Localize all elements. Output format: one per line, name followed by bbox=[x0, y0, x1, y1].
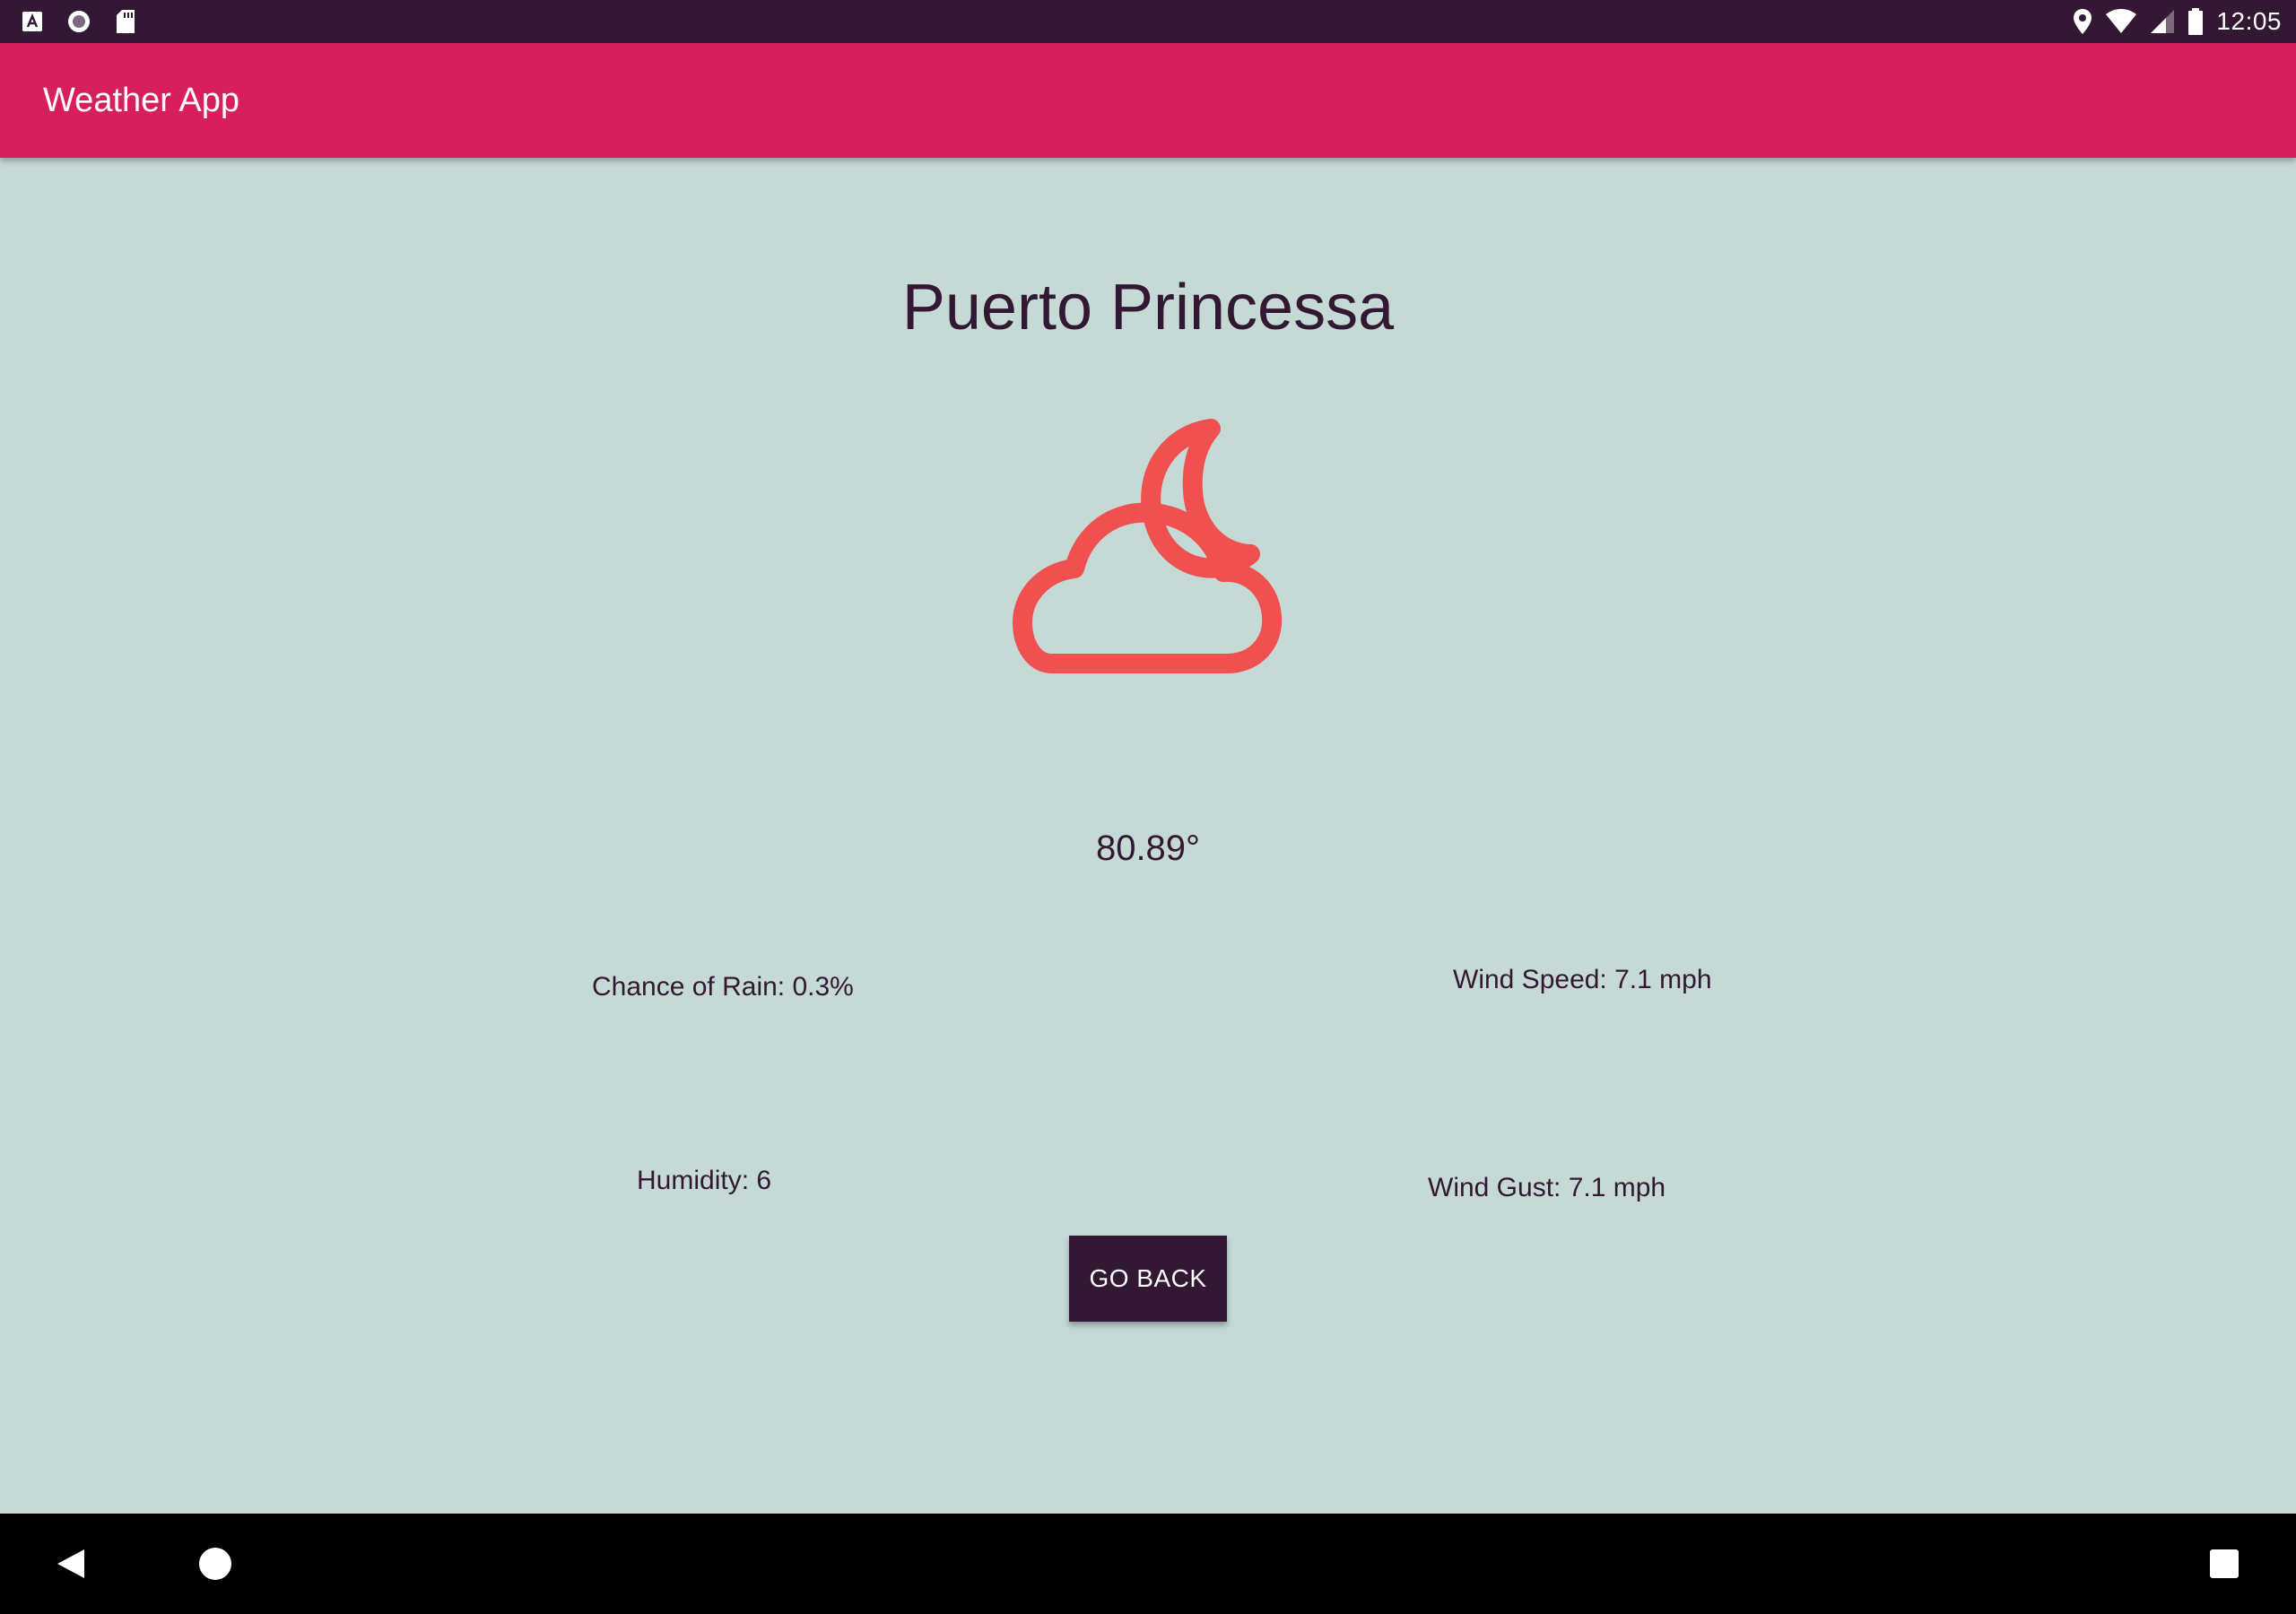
status-right-icons: 12:05 bbox=[2073, 5, 2282, 38]
city-name: Puerto Princessa bbox=[901, 272, 1395, 343]
temperature: 80.89° bbox=[1095, 829, 1201, 868]
partly-cloudy-night-icon bbox=[1004, 418, 1292, 687]
nav-bar bbox=[0, 1514, 2296, 1614]
status-time: 12:05 bbox=[2216, 7, 2282, 35]
weather-detail: Puerto Princessa 80.89° Chance of Rain: … bbox=[0, 158, 2296, 1514]
back-icon[interactable] bbox=[36, 1514, 108, 1614]
circle-icon bbox=[66, 9, 91, 34]
recents-icon[interactable] bbox=[2188, 1514, 2260, 1614]
location-icon bbox=[2073, 8, 2092, 35]
app-title: Weather App bbox=[43, 82, 240, 119]
humidity: Humidity: 6 bbox=[637, 1166, 772, 1195]
wind-speed: Wind Speed: 7.1 mph bbox=[1453, 965, 1712, 994]
home-icon[interactable] bbox=[179, 1514, 251, 1614]
status-bar: 12:05 bbox=[0, 0, 2296, 43]
wind-gust: Wind Gust: 7.1 mph bbox=[1428, 1173, 1666, 1202]
a-icon bbox=[22, 11, 43, 32]
go-back-button[interactable]: GO BACK bbox=[1069, 1236, 1227, 1322]
app-bar: Weather App bbox=[0, 43, 2296, 158]
wifi-icon bbox=[2105, 9, 2137, 34]
signal-icon bbox=[2150, 9, 2175, 34]
chance-of-rain: Chance of Rain: 0.3% bbox=[592, 972, 854, 1002]
battery-icon bbox=[2187, 8, 2204, 35]
status-left-icons bbox=[22, 7, 136, 36]
sd-card-icon bbox=[115, 9, 136, 34]
